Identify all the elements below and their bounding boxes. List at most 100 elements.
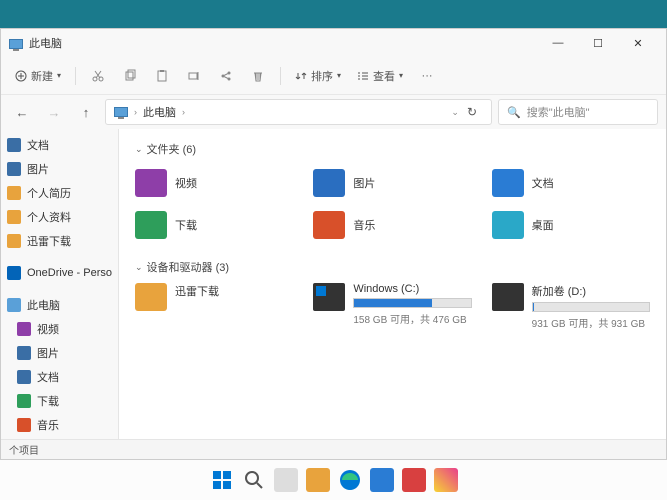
sidebar-item[interactable]: 迅雷下载: [1, 229, 118, 253]
status-bar: 个项目: [1, 439, 666, 459]
folder-item[interactable]: 图片: [313, 165, 471, 201]
folder-item[interactable]: 音乐: [313, 207, 471, 243]
sidebar-item-label: 个人简历: [27, 185, 71, 201]
sidebar-item[interactable]: 文档: [1, 365, 118, 389]
drive-item[interactable]: 迅雷下载: [135, 283, 293, 330]
folder-label: 音乐: [353, 217, 375, 233]
explorer-button[interactable]: [306, 468, 330, 492]
folder-label: 视频: [175, 175, 197, 191]
chevron-down-icon: ⌄: [135, 144, 143, 155]
sidebar-item[interactable]: 音乐: [1, 413, 118, 437]
folder-icon: [17, 370, 31, 384]
taskview-button[interactable]: [274, 468, 298, 492]
minimize-button[interactable]: —: [538, 29, 578, 57]
delete-button[interactable]: [244, 62, 272, 90]
capacity-bar: [353, 298, 471, 308]
up-button[interactable]: ↑: [73, 99, 99, 125]
nav-pane[interactable]: 文档图片个人简历个人资料迅雷下载OneDrive - Perso此电脑视频图片文…: [1, 129, 119, 439]
refresh-button[interactable]: ↻: [467, 105, 477, 119]
rename-button[interactable]: [180, 62, 208, 90]
folder-icon: [7, 138, 21, 152]
sidebar-item-label: OneDrive - Perso: [27, 267, 112, 279]
folder-item[interactable]: 文档: [492, 165, 650, 201]
drive-capacity-text: 931 GB 可用，共 931 GB: [532, 315, 650, 330]
folder-item[interactable]: 视频: [135, 165, 293, 201]
drive-label: Windows (C:): [353, 283, 471, 295]
sidebar-item[interactable]: OneDrive - Perso: [1, 261, 118, 285]
back-button[interactable]: ←: [9, 99, 35, 125]
taskbar-app[interactable]: [434, 468, 458, 492]
folder-icon: [313, 211, 345, 239]
chevron-right-icon: ›: [134, 107, 137, 117]
devices-group-header[interactable]: ⌄ 设备和驱动器 (3): [135, 259, 650, 275]
folder-icon: [135, 283, 167, 311]
search-icon: 🔍: [507, 106, 521, 119]
sidebar-item-label: 文档: [37, 369, 59, 385]
folder-icon: [492, 211, 524, 239]
sidebar-item-label: 个人资料: [27, 209, 71, 225]
folder-icon: [135, 211, 167, 239]
drive-capacity-text: 158 GB 可用，共 476 GB: [353, 311, 471, 326]
folders-group-header[interactable]: ⌄ 文件夹 (6): [135, 141, 650, 157]
chevron-down-icon: ⌄: [135, 262, 143, 273]
maximize-button[interactable]: ☐: [578, 29, 618, 57]
share-button[interactable]: [212, 62, 240, 90]
folder-icon: [313, 169, 345, 197]
new-button[interactable]: 新建 ▾: [9, 62, 67, 90]
copy-button[interactable]: [116, 62, 144, 90]
paste-button[interactable]: [148, 62, 176, 90]
sidebar-item-label: 迅雷下载: [27, 233, 71, 249]
titlebar[interactable]: 此电脑 — ☐ ✕: [1, 29, 666, 57]
sidebar-item[interactable]: 图片: [1, 157, 118, 181]
address-bar-row: ← → ↑ › 此电脑 › ⌄ ↻ 🔍 搜索"此电脑": [1, 95, 666, 129]
drive-item[interactable]: Windows (C:) 158 GB 可用，共 476 GB: [313, 283, 471, 330]
folder-icon: [17, 418, 31, 432]
drive-icon: [313, 283, 345, 311]
capacity-bar: [532, 302, 650, 312]
sidebar-item[interactable]: 此电脑: [1, 293, 118, 317]
folder-item[interactable]: 桌面: [492, 207, 650, 243]
view-button[interactable]: 查看 ▾: [351, 62, 409, 90]
content-pane[interactable]: ⌄ 文件夹 (6) 视频 图片 文档下载 音乐 桌面 ⌄ 设备和驱动器 (3) 迅雷下载…: [119, 129, 666, 439]
breadcrumb[interactable]: 此电脑: [143, 104, 176, 120]
folder-icon: [7, 210, 21, 224]
sidebar-item[interactable]: 下载: [1, 389, 118, 413]
explorer-window: 此电脑 — ☐ ✕ 新建 ▾ 排序 ▾ 查看 ▾ ···: [0, 28, 667, 460]
folder-icon: [135, 169, 167, 197]
start-button[interactable]: [210, 468, 234, 492]
sidebar-item-label: 图片: [27, 161, 49, 177]
folder-icon: [17, 322, 31, 336]
sidebar-item[interactable]: 图片: [1, 341, 118, 365]
sidebar-item[interactable]: 文档: [1, 133, 118, 157]
sidebar-item-label: 下载: [37, 393, 59, 409]
folder-icon: [17, 346, 31, 360]
cut-button[interactable]: [84, 62, 112, 90]
folder-label: 下载: [175, 217, 197, 233]
drive-item[interactable]: 新加卷 (D:) 931 GB 可用，共 931 GB: [492, 283, 650, 330]
drive-label: 迅雷下载: [175, 283, 293, 299]
sidebar-item[interactable]: 个人简历: [1, 181, 118, 205]
taskbar-app[interactable]: [402, 468, 426, 492]
forward-button[interactable]: →: [41, 99, 67, 125]
sort-button[interactable]: 排序 ▾: [289, 62, 347, 90]
drive-label: 新加卷 (D:): [532, 283, 650, 299]
folder-label: 图片: [353, 175, 375, 191]
search-button[interactable]: [242, 468, 266, 492]
sidebar-item-label: 图片: [37, 345, 59, 361]
store-button[interactable]: [370, 468, 394, 492]
search-input[interactable]: 🔍 搜索"此电脑": [498, 99, 658, 125]
sidebar-item[interactable]: 个人资料: [1, 205, 118, 229]
folder-label: 文档: [532, 175, 554, 191]
address-bar[interactable]: › 此电脑 › ⌄ ↻: [105, 99, 492, 125]
folder-icon: [492, 169, 524, 197]
taskbar[interactable]: [0, 460, 667, 500]
folder-item[interactable]: 下载: [135, 207, 293, 243]
drive-icon: [492, 283, 524, 311]
sidebar-item[interactable]: 视频: [1, 317, 118, 341]
folder-icon: [7, 162, 21, 176]
dropdown-icon[interactable]: ⌄: [451, 107, 459, 118]
close-button[interactable]: ✕: [618, 29, 658, 57]
more-button[interactable]: ···: [413, 62, 441, 90]
edge-button[interactable]: [338, 468, 362, 492]
sidebar-item-label: 文档: [27, 137, 49, 153]
